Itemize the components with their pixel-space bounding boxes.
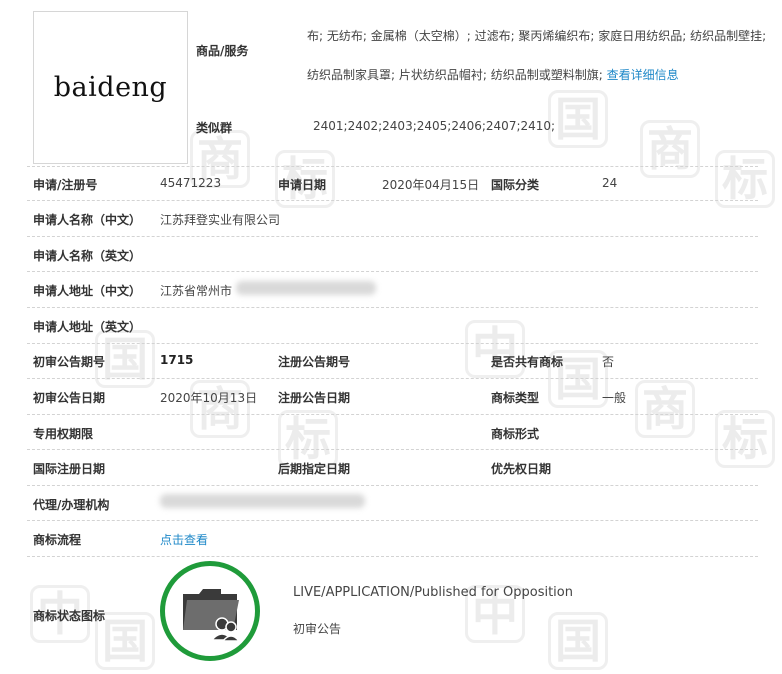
type-label: 商标类型 [491, 391, 540, 405]
redacted-agent [160, 494, 365, 508]
similar-group-value: 2401;2402;2403;2405;2406;2407;2410; [313, 119, 556, 133]
watermark: 商 [635, 380, 695, 438]
form-label: 商标形式 [491, 427, 540, 441]
row-divider [27, 520, 758, 521]
row-divider [27, 449, 758, 450]
flow-link[interactable]: 点击查看 [160, 531, 208, 548]
exclusive-label: 专用权期限 [33, 427, 94, 441]
applicant-cn-label: 申请人名称（中文） [33, 213, 142, 227]
row-divider [27, 378, 758, 379]
trademark-text: baideng [53, 72, 168, 103]
flow-label: 商标流程 [33, 533, 82, 547]
address-en-label: 申请人地址（英文） [33, 320, 142, 334]
reg-date-label: 注册公告日期 [278, 391, 351, 405]
prelim-issue-label: 初审公告期号 [33, 355, 106, 369]
row-divider [27, 414, 758, 415]
folder-people-icon [183, 589, 241, 642]
intl-class-label: 国际分类 [491, 178, 540, 192]
agent-label: 代理/办理机构 [33, 498, 110, 512]
applicant-cn-value: 江苏拜登实业有限公司 [160, 213, 281, 227]
intl-class-value: 24 [602, 176, 618, 190]
intl-reg-date-label: 国际注册日期 [33, 462, 106, 476]
applicant-en-label: 申请人名称（英文） [33, 249, 142, 263]
goods-label: 商品/服务 [196, 44, 249, 58]
watermark: 国 [548, 90, 608, 148]
shared-value: 否 [602, 355, 615, 369]
type-value: 一般 [602, 391, 627, 405]
app-date-value: 2020年04月15日 [382, 178, 480, 192]
prelim-date-label: 初审公告日期 [33, 391, 106, 405]
row-divider [27, 556, 758, 557]
reg-issue-label: 注册公告期号 [278, 355, 351, 369]
status-icon-label: 商标状态图标 [33, 609, 106, 623]
priority-label: 优先权日期 [491, 462, 552, 476]
row-divider [27, 271, 758, 272]
status-badge [160, 561, 260, 661]
redacted-address [236, 281, 376, 295]
row-divider [27, 343, 758, 344]
trademark-image: baideng [33, 11, 188, 164]
status-text-en: LIVE/APPLICATION/Published for Oppositio… [293, 585, 573, 600]
app-date-label: 申请日期 [278, 178, 327, 192]
later-date-label: 后期指定日期 [278, 462, 351, 476]
goods-text: 布; 无纺布; 金属棉（太空棉）; 过滤布; 聚丙烯编织布; 家庭日用纺织品; … [307, 17, 767, 95]
prelim-date-value: 2020年10月13日 [160, 391, 258, 405]
reg-no-value: 45471223 [160, 176, 222, 190]
row-divider [27, 307, 758, 308]
row-divider [27, 485, 758, 486]
prelim-issue-value: 1715 [160, 353, 194, 367]
goods-detail-link[interactable]: 查看详细信息 [607, 68, 679, 82]
status-text-cn: 初审公告 [293, 622, 342, 636]
reg-no-label: 申请/注册号 [33, 178, 98, 192]
row-divider [27, 236, 758, 237]
similar-group-label: 类似群 [196, 121, 233, 135]
address-cn-label: 申请人地址（中文） [33, 284, 142, 298]
watermark: 标 [715, 410, 775, 468]
row-divider [27, 200, 758, 201]
row-divider [27, 166, 758, 167]
shared-label: 是否共有商标 [491, 355, 564, 369]
goods-list: 布; 无纺布; 金属棉（太空棉）; 过滤布; 聚丙烯编织布; 家庭日用纺织品; … [307, 29, 767, 82]
watermark: 国 [548, 612, 608, 670]
watermark: 商 [640, 120, 700, 178]
address-cn-value: 江苏省常州市 [160, 284, 233, 298]
